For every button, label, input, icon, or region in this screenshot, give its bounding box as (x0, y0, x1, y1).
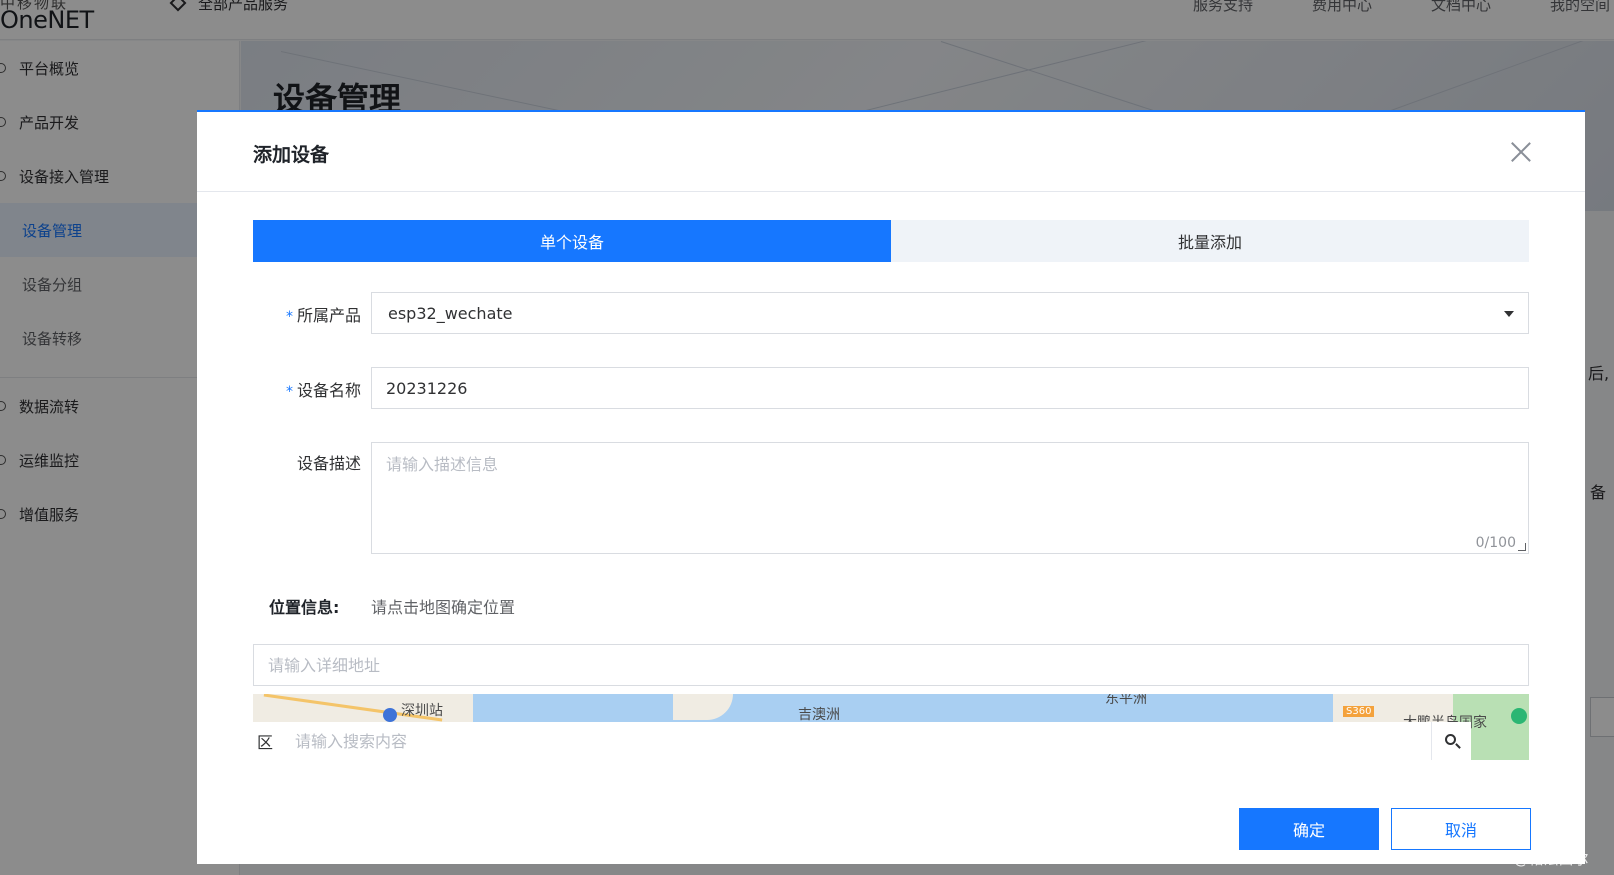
map-label-shenzhen: 深圳站 (401, 703, 443, 719)
csdn-watermark: CSDN @帕法西尔 (1466, 850, 1589, 868)
add-device-dialog: 添加设备 单个设备 批量添加 * 所属产品 esp32_wechate * 设备名称… (197, 110, 1585, 864)
add-mode-tabs: 单个设备 批量添加 (253, 220, 1529, 262)
location-hint: 请点击地图确定位置 (371, 598, 516, 617)
location-label: 位置信息: (269, 598, 340, 617)
confirm-button[interactable]: 确定 (1239, 808, 1379, 850)
product-select[interactable]: esp32_wechate (371, 292, 1529, 334)
product-field-label: * 所属产品 (285, 306, 361, 325)
resize-handle-icon[interactable] (1518, 543, 1526, 551)
caret-down-icon (1504, 311, 1514, 317)
close-icon[interactable] (1509, 140, 1533, 164)
map-label-dongpingzhou: 东平洲 (1105, 694, 1147, 707)
tab-batch-add[interactable]: 批量添加 (891, 220, 1529, 262)
address-input[interactable] (253, 644, 1529, 686)
description-field-label: 设备描述 (296, 454, 361, 473)
map-road-marker: S360 (1343, 706, 1375, 717)
map-district-fragment: 区 (253, 722, 283, 760)
device-name-input[interactable] (371, 367, 1529, 409)
location-map[interactable]: 深圳站 吉澳洲 东平洲 S360 大鹏半岛国家 区 (253, 694, 1529, 760)
station-pin-icon (383, 708, 397, 722)
tab-single-device[interactable]: 单个设备 (253, 220, 891, 262)
required-mark: * (285, 309, 293, 325)
cancel-button[interactable]: 取消 (1391, 808, 1531, 850)
description-textarea[interactable] (372, 443, 1528, 553)
description-box: 0/100 (371, 442, 1529, 554)
map-land (673, 694, 733, 720)
dialog-title: 添加设备 (253, 144, 330, 166)
map-search-button[interactable] (1431, 722, 1471, 760)
dialog-header: 添加设备 (197, 112, 1585, 192)
park-pin-icon (1511, 708, 1527, 724)
map-search-input[interactable] (283, 722, 1431, 760)
product-select-value: esp32_wechate (388, 303, 513, 323)
required-mark: * (285, 384, 293, 400)
map-label-jiaozhou: 吉澳洲 (798, 707, 840, 723)
description-char-counter: 0/100 (1475, 535, 1516, 551)
device-name-field-label: * 设备名称 (285, 381, 361, 400)
search-icon (1445, 734, 1456, 745)
